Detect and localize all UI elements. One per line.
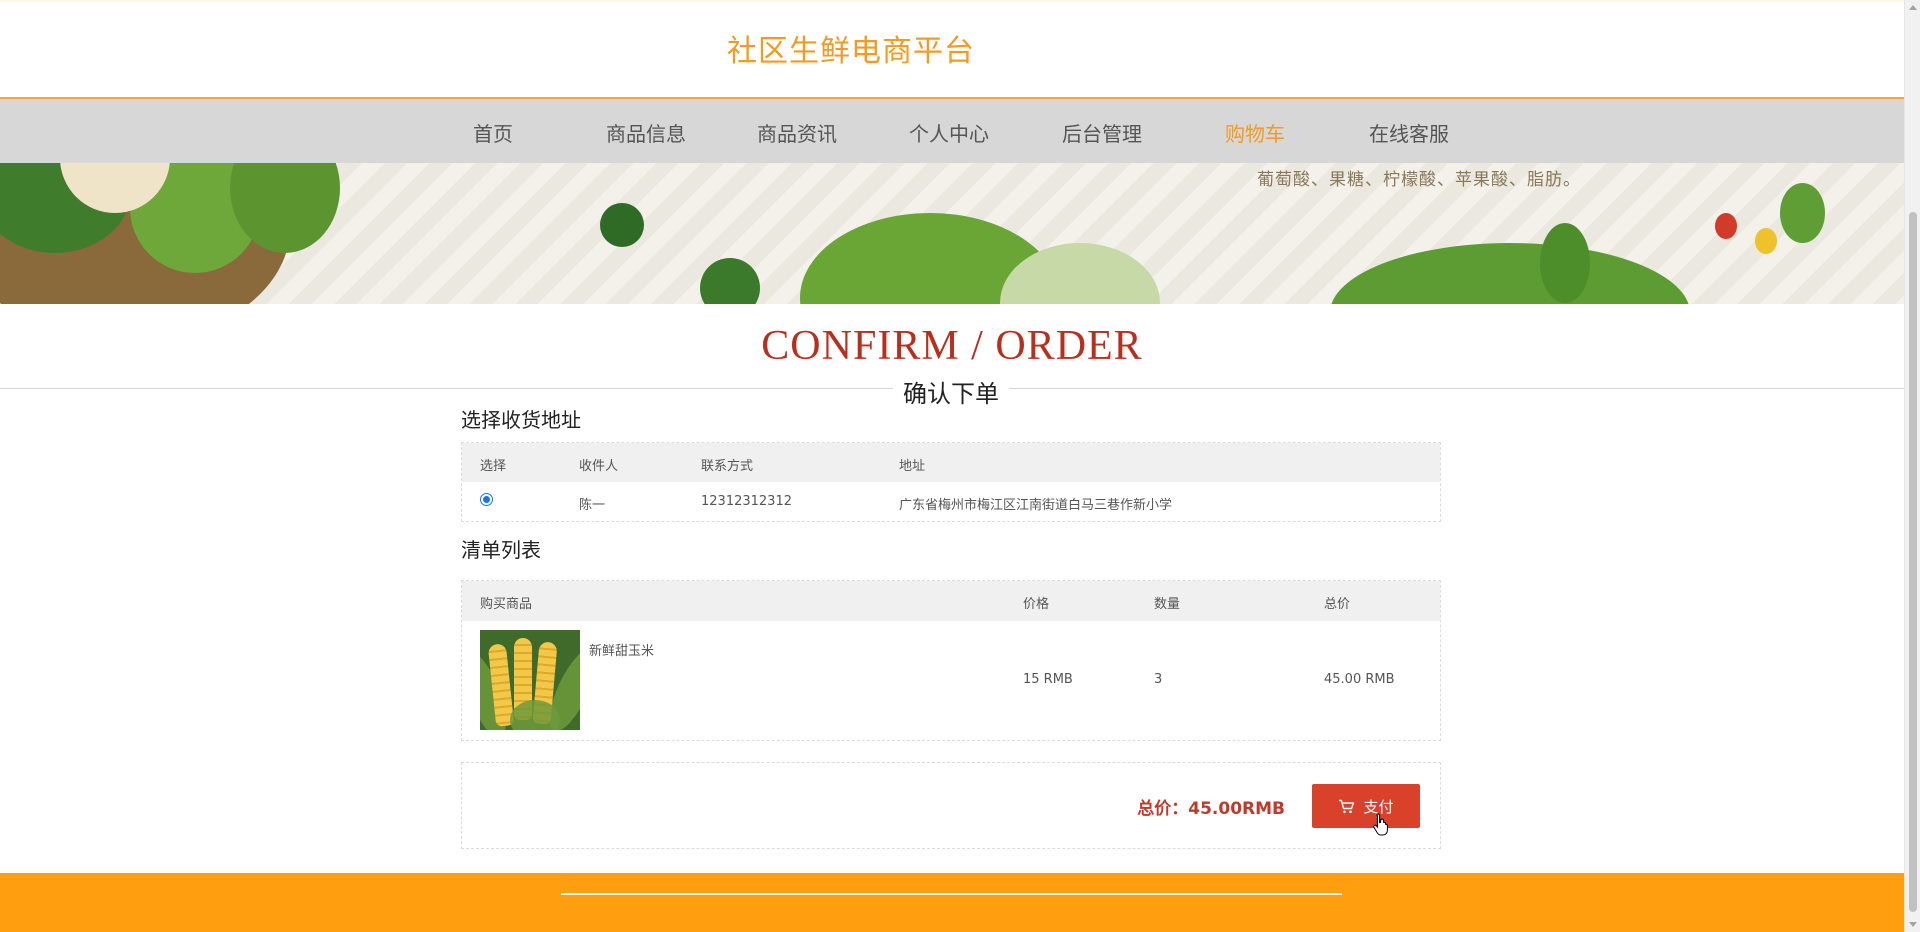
vertical-scrollbar[interactable] [1904,0,1920,932]
items-section-title: 清单列表 [461,538,541,562]
recipient-phone: 12312312312 [701,494,792,509]
col-quantity: 数量 [1154,597,1181,612]
pay-button[interactable]: 支付 [1312,784,1420,828]
top-edge [0,0,1904,2]
col-total: 总价 [1324,597,1351,612]
nav-products[interactable]: 商品信息 [606,118,686,147]
address-table: 选择 收件人 联系方式 地址 陈一 12312312312 广东省梅州市梅江区江… [461,442,1441,522]
scroll-down-icon[interactable] [1909,922,1917,927]
nav-home[interactable]: 首页 [473,118,513,147]
red-pepper-shape [1715,213,1737,239]
order-total: 总价：45.00RMB [1137,799,1285,819]
product-image[interactable] [480,630,580,730]
leaf-shape [1780,183,1825,243]
address-table-header: 选择 收件人 联系方式 地址 [462,443,1440,482]
page: 社区生鲜电商平台 首页 商品信息 商品资讯 个人中心 后台管理 购物车 在线客服… [0,0,1904,932]
address-section-title: 选择收货地址 [461,408,581,432]
scroll-up-icon[interactable] [1909,5,1917,10]
broccoli-shape [600,203,644,247]
broccoli-shape-2 [700,258,760,304]
nav-profile[interactable]: 个人中心 [909,118,989,147]
footer-divider [561,893,1342,895]
nav-customer-service[interactable]: 在线客服 [1369,118,1449,147]
product-name[interactable]: 新鲜甜玉米 [589,640,654,659]
col-recipient: 收件人 [579,459,619,474]
items-table-header: 购买商品 价格 数量 总价 [462,581,1440,621]
page-heading-english: CONFIRM / ORDER [761,323,1143,369]
checkout-panel: 总价：45.00RMB 支付 [461,762,1441,849]
scroll-thumb[interactable] [1909,212,1917,912]
greens-shape-2 [1330,243,1690,304]
banner-text: 葡萄酸、果糖、柠檬酸、苹果酸、脂肪。 [1257,170,1581,190]
address-radio[interactable] [480,493,493,506]
col-product: 购买商品 [480,597,533,612]
nav-news[interactable]: 商品资讯 [757,118,837,147]
col-select: 选择 [480,459,507,474]
col-phone: 联系方式 [701,459,754,474]
pepper-shape [1540,223,1590,303]
page-heading-chinese: 确认下单 [893,374,1009,409]
product-price: 15 RMB [1023,672,1073,687]
product-quantity: 3 [1154,672,1163,687]
recipient-address: 广东省梅州市梅江区江南街道白马三巷作新小学 [899,498,1173,513]
footer [0,873,1904,932]
site-title[interactable]: 社区生鲜电商平台 [727,26,975,70]
vegetable-banner: 葡萄酸、果糖、柠檬酸、苹果酸、脂肪。 [0,163,1904,304]
recipient-name: 陈一 [579,498,606,513]
product-total: 45.00 RMB [1324,672,1395,687]
cart-icon [1339,799,1355,813]
nav-admin[interactable]: 后台管理 [1062,118,1142,147]
hand-cursor-icon [1373,813,1388,836]
nav-cart[interactable]: 购物车 [1225,118,1285,147]
col-address: 地址 [899,459,926,474]
yellow-pepper-shape [1755,228,1777,254]
items-table: 购买商品 价格 数量 总价 新鲜甜玉米 15 RMB 3 45.00 RMB [461,580,1441,741]
main-nav: 首页 商品信息 商品资讯 个人中心 后台管理 购物车 在线客服 [0,99,1904,163]
col-price: 价格 [1023,597,1050,612]
